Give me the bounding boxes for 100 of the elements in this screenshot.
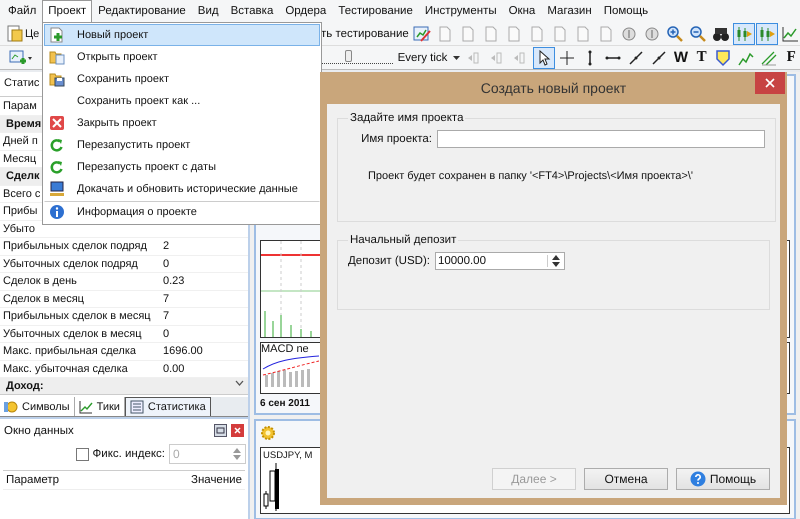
menu-item[interactable]: Информация о проекте [44,201,320,223]
column-header: Значение [191,474,242,486]
table-cell: Месяц [3,152,36,165]
candlestick-icon[interactable] [756,24,777,44]
scroll-down-icon[interactable] [235,380,244,386]
group-title: Задайте имя проекта [349,112,464,124]
table-cell: 1696.00 [163,345,203,358]
menu-item[interactable]: Открыть проект [44,46,320,68]
tick-mode-select[interactable]: Every tick [396,48,462,66]
deposit-spin-field[interactable]: 10000.00 [435,252,565,270]
coin-icon [4,400,18,414]
table-cell: Прибы [3,205,38,218]
folder-icon [49,49,65,65]
indicator-label: MACD ne [261,343,310,355]
hint-text: Проект будет сохранен в папку '<FT4>\Projects\<Имя проекта>\' [368,170,694,182]
menu-item[interactable]: Тестирование [332,0,419,24]
table-cell: Прибыльных сделок в месяц [3,310,151,322]
table-cell: Убыточных сделок подряд [3,258,138,270]
table-cell: Доход: [6,380,44,392]
cursor-icon[interactable] [534,48,554,68]
info-icon [49,204,65,220]
candlestick-icon[interactable] [734,24,754,44]
caret-icon [453,56,460,60]
zoom-in-icon[interactable] [664,24,685,44]
project-name-field[interactable] [437,130,765,148]
close-icon[interactable] [231,424,244,437]
dialog-button[interactable]: Отмена [584,468,668,490]
save-icon [49,71,65,87]
column-header: Парам [3,100,37,112]
table-cell: Дней п [3,135,38,148]
spin-down-icon[interactable] [552,262,560,267]
panel-tab[interactable]: Символы [0,397,75,416]
menu-item[interactable]: Редактирование [92,0,192,24]
chart-edit-icon[interactable] [412,24,432,44]
table-cell: 0.23 [163,275,184,288]
table-cell: 7 [163,292,170,305]
column-header: Параметр [6,474,60,486]
dialog-button[interactable]: Помощь [676,468,770,490]
menu-item[interactable]: Магазин [541,0,598,24]
close-icon [49,115,65,131]
checkbox-label: Фикс. индекс: [92,448,165,460]
table-cell: 0.00 [163,362,184,375]
group-title: Начальный депозит [349,234,458,246]
table-cell: 2 [163,240,170,252]
menu-item[interactable]: Сохранить проект как ... [44,90,320,112]
monitor-icon [49,181,65,197]
menu-item[interactable]: Докачать и обновить исторические данные [44,178,320,200]
table-cell: Прибыльных сделок подряд [3,240,147,252]
text-tool-button[interactable]: W [672,49,690,66]
panel-tab[interactable]: Статис [3,74,40,92]
slider-thumb[interactable] [345,50,352,62]
run-testing-button[interactable]: ть тестирование [321,28,409,40]
table-cell: Убыто [3,222,35,235]
menu-item[interactable]: Файл [2,0,42,24]
macd-drawing [261,355,319,389]
dialog-title: Создать новый проект [480,80,626,96]
spin-up-icon[interactable] [552,255,560,260]
menu-item[interactable]: Инструменты [418,0,503,24]
new-document-icon [49,27,65,43]
menu-item[interactable]: Ордера [279,0,332,24]
list-icon [130,400,144,414]
help-icon [690,471,706,487]
field-label: Имя проекта: [360,133,432,145]
menu-item[interactable]: Помощь [598,0,654,24]
candlestick-drawing [263,461,281,511]
menu-item[interactable]: Вид [192,0,225,24]
table-cell: Сделк [6,170,40,182]
axis-label: 6 сен 2011 [260,398,311,409]
close-button[interactable] [755,72,785,94]
money-document-icon[interactable] [5,24,25,44]
table-cell: 0 [163,258,170,270]
table-cell: Время [6,118,42,130]
restart-icon [49,137,65,153]
zoom-out-icon[interactable] [688,24,708,44]
menu-item[interactable]: Перезапусть проект с даты [44,156,320,178]
text-tool-button[interactable]: F [782,49,800,66]
restore-icon[interactable] [214,424,227,437]
chart-title: USDJPY, M [263,450,312,461]
text-tool-button[interactable]: T [692,49,710,66]
table-cell: Макс. прибыльная сделка [3,345,136,358]
toolbar-label[interactable]: Це [25,28,40,40]
table-cell: Всего с [3,188,40,200]
menu-item[interactable]: Вставка [224,0,280,24]
menu-item[interactable]: Проект [42,0,92,24]
menu-item[interactable]: Новый проект [44,24,320,46]
panel-tab[interactable]: Тики [74,397,125,416]
menu-item[interactable]: Перезапустить проект [44,134,320,156]
table-cell: Убыточных сделок в месяц [3,328,142,340]
panel-title: Окно данных [4,424,74,436]
table-cell: 7 [163,310,170,322]
close-icon [765,78,775,88]
table-cell: Макс. убыточная сделка [3,362,128,375]
menu-item[interactable]: Сохранить проект [44,68,320,90]
gear-icon[interactable] [260,425,276,441]
menu-item[interactable]: Закрыть проект [44,112,320,134]
line-chart-icon [78,400,93,414]
panel-tab[interactable]: Статистика [124,397,211,416]
table-cell: 0 [163,328,170,340]
menu-item[interactable]: Окна [502,0,542,24]
restart-icon [49,159,65,175]
